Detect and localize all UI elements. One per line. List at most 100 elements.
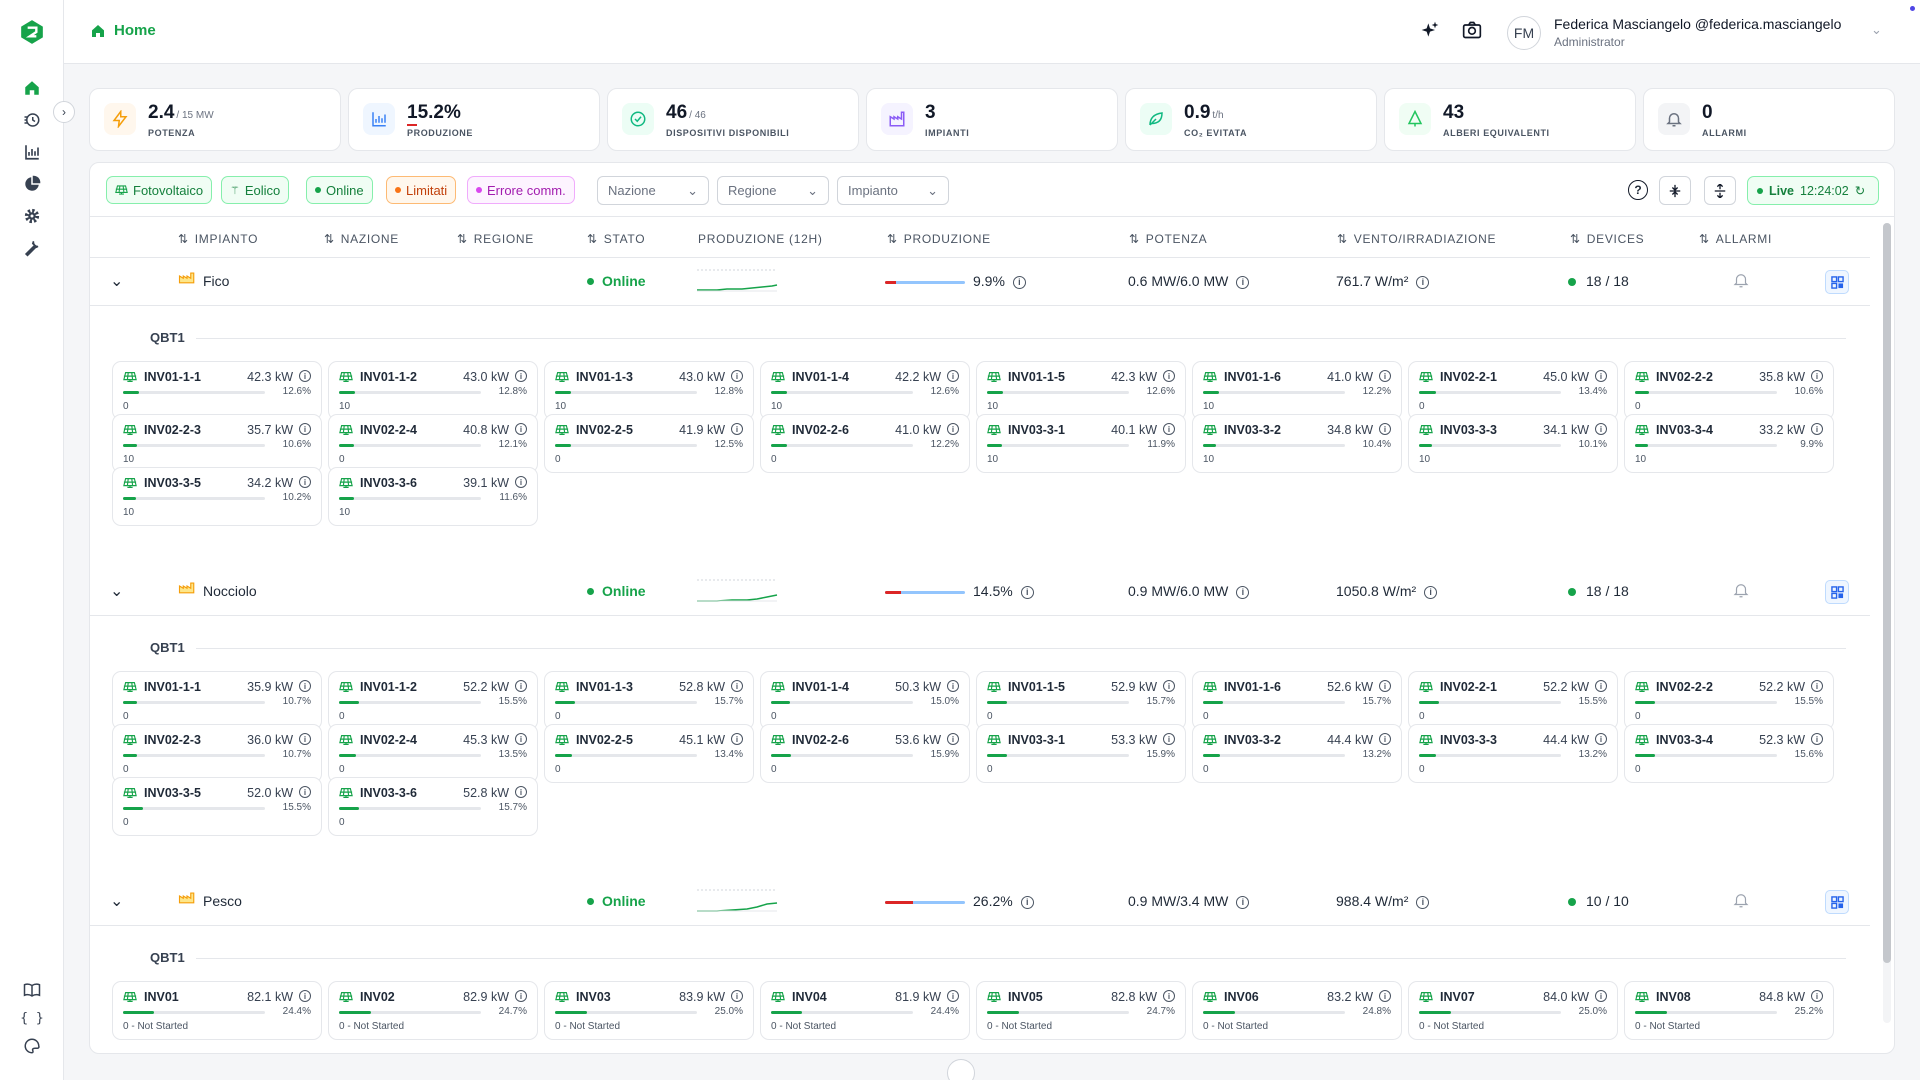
info-icon[interactable]: i <box>299 370 311 382</box>
info-icon[interactable]: i <box>1163 370 1175 382</box>
plant-name[interactable]: Pesco <box>203 893 242 909</box>
bar-chart-icon[interactable] <box>20 140 44 164</box>
bell-icon[interactable] <box>1732 891 1750 912</box>
info-icon[interactable]: i <box>515 680 527 692</box>
info-icon[interactable]: i <box>1163 733 1175 745</box>
info-icon[interactable]: i <box>731 370 743 382</box>
info-icon[interactable]: i <box>299 990 311 1002</box>
info-icon[interactable]: i <box>1416 275 1430 289</box>
inverter-card[interactable]: INV05 82.8 kW i 24.7% 0 - Not Started <box>976 981 1186 1040</box>
help-icon[interactable]: ? <box>1628 180 1648 200</box>
column-header-produzione-12h-[interactable]: PRODUZIONE (12H) <box>698 232 823 246</box>
info-icon[interactable]: i <box>1811 423 1823 435</box>
grid-view-button[interactable] <box>1825 890 1849 914</box>
sidebar-toggle-button[interactable]: › <box>53 101 75 123</box>
info-icon[interactable]: i <box>1811 990 1823 1002</box>
info-icon[interactable]: i <box>1236 585 1250 599</box>
inverter-card[interactable]: INV03-3-5 34.2 kW i 10.2% 10 <box>112 467 322 526</box>
inverter-card[interactable]: INV06 83.2 kW i 24.8% 0 - Not Started <box>1192 981 1402 1040</box>
inverter-card[interactable]: INV02-2-5 45.1 kW i 13.4% 0 <box>544 724 754 783</box>
info-icon[interactable]: i <box>299 786 311 798</box>
column-header-stato[interactable]: ⇅ STATO <box>587 232 645 246</box>
inverter-card[interactable]: INV02-2-1 45.0 kW i 13.4% 0 <box>1408 361 1618 420</box>
inverter-card[interactable]: INV01-1-6 52.6 kW i 15.7% 0 <box>1192 671 1402 730</box>
chevron-down-icon[interactable]: ⌄ <box>110 891 123 911</box>
chevron-down-icon[interactable]: ⌄ <box>110 271 123 291</box>
info-icon[interactable]: i <box>947 370 959 382</box>
info-icon[interactable]: i <box>1163 990 1175 1002</box>
info-icon[interactable]: i <box>1416 895 1430 909</box>
info-icon[interactable]: i <box>1379 733 1391 745</box>
inverter-card[interactable]: INV02-2-6 53.6 kW i 15.9% 0 <box>760 724 970 783</box>
info-icon[interactable]: i <box>515 990 527 1002</box>
column-header-allarmi[interactable]: ⇅ ALLARMI <box>1699 232 1772 246</box>
inverter-card[interactable]: INV03-3-2 44.4 kW i 13.2% 0 <box>1192 724 1402 783</box>
regione-select[interactable]: Regione ⌄ <box>717 176 829 205</box>
inverter-card[interactable]: INV01-1-1 35.9 kW i 10.7% 0 <box>112 671 322 730</box>
inverter-card[interactable]: INV02-2-6 41.0 kW i 12.2% 0 <box>760 414 970 473</box>
plant-name[interactable]: Nocciolo <box>203 583 257 599</box>
scrollbar[interactable] <box>1883 223 1891 1023</box>
sparkles-icon[interactable] <box>1420 20 1440 45</box>
collapse-all-button[interactable] <box>1659 176 1691 205</box>
inverter-card[interactable]: INV03-3-5 52.0 kW i 15.5% 0 <box>112 777 322 836</box>
column-header-impianto[interactable]: ⇅ IMPIANTO <box>178 232 258 246</box>
info-icon[interactable]: i <box>515 423 527 435</box>
impianto-select[interactable]: Impianto ⌄ <box>837 176 949 205</box>
book-icon[interactable] <box>20 978 44 1002</box>
inverter-card[interactable]: INV02-2-3 35.7 kW i 10.6% 10 <box>112 414 322 473</box>
info-icon[interactable]: i <box>515 370 527 382</box>
gear-icon[interactable] <box>20 204 44 228</box>
bell-icon[interactable] <box>1732 581 1750 602</box>
info-icon[interactable]: i <box>1595 990 1607 1002</box>
filter-chip-online[interactable]: Online <box>306 176 373 204</box>
column-header-potenza[interactable]: ⇅ POTENZA <box>1129 232 1207 246</box>
inverter-card[interactable]: INV07 84.0 kW i 25.0% 0 - Not Started <box>1408 981 1618 1040</box>
info-icon[interactable]: i <box>515 733 527 745</box>
info-icon[interactable]: i <box>1424 585 1438 599</box>
filter-chip-errore-comm[interactable]: Errore comm. <box>467 176 575 204</box>
inverter-card[interactable]: INV02 82.9 kW i 24.7% 0 - Not Started <box>328 981 538 1040</box>
inverter-card[interactable]: INV02-2-3 36.0 kW i 10.7% 0 <box>112 724 322 783</box>
inverter-card[interactable]: INV01-1-6 41.0 kW i 12.2% 10 <box>1192 361 1402 420</box>
info-icon[interactable]: i <box>947 733 959 745</box>
info-icon[interactable]: i <box>1811 680 1823 692</box>
info-icon[interactable]: i <box>515 786 527 798</box>
column-header-devices[interactable]: ⇅ DEVICES <box>1570 232 1644 246</box>
info-icon[interactable]: i <box>1163 423 1175 435</box>
expand-all-button[interactable] <box>1704 176 1736 205</box>
info-icon[interactable]: i <box>947 423 959 435</box>
info-icon[interactable]: i <box>1020 585 1034 599</box>
inverter-card[interactable]: INV01-1-5 42.3 kW i 12.6% 10 <box>976 361 1186 420</box>
inverter-card[interactable]: INV02-2-1 52.2 kW i 15.5% 0 <box>1408 671 1618 730</box>
column-header-nazione[interactable]: ⇅ NAZIONE <box>324 232 399 246</box>
filter-chip-eolico[interactable]: ⚚ Eolico <box>221 176 290 204</box>
inverter-card[interactable]: INV03-3-1 40.1 kW i 11.9% 10 <box>976 414 1186 473</box>
camera-icon[interactable] <box>1462 20 1482 45</box>
grid-view-button[interactable] <box>1825 580 1849 604</box>
kpi-card-alberi-equivalenti[interactable]: 43 ALBERI EQUIVALENTI <box>1384 88 1636 151</box>
inverter-card[interactable]: INV01-1-4 50.3 kW i 15.0% 0 <box>760 671 970 730</box>
info-icon[interactable]: i <box>1379 370 1391 382</box>
breadcrumb-home[interactable]: Home <box>90 22 156 39</box>
info-icon[interactable]: i <box>1595 423 1607 435</box>
scrollbar-thumb[interactable] <box>1883 223 1891 963</box>
inverter-card[interactable]: INV02-2-2 52.2 kW i 15.5% 0 <box>1624 671 1834 730</box>
inverter-card[interactable]: INV08 84.8 kW i 25.2% 0 - Not Started <box>1624 981 1834 1040</box>
info-icon[interactable]: i <box>1379 423 1391 435</box>
pie-chart-icon[interactable] <box>20 172 44 196</box>
plant-name[interactable]: Fico <box>203 273 229 289</box>
inverter-card[interactable]: INV01-1-2 43.0 kW i 12.8% 10 <box>328 361 538 420</box>
info-icon[interactable]: i <box>1236 275 1250 289</box>
info-icon[interactable]: i <box>1595 680 1607 692</box>
chevron-down-icon[interactable]: ⌄ <box>1871 22 1882 38</box>
inverter-card[interactable]: INV02-2-2 35.8 kW i 10.6% 0 <box>1624 361 1834 420</box>
info-icon[interactable]: i <box>1811 370 1823 382</box>
kpi-card-produzione[interactable]: 15.2% PRODUZIONE <box>348 88 600 151</box>
bottom-logo[interactable] <box>947 1059 975 1080</box>
inverter-card[interactable]: INV03 83.9 kW i 25.0% 0 - Not Started <box>544 981 754 1040</box>
palette-icon[interactable] <box>20 1034 44 1058</box>
inverter-card[interactable]: INV01-1-5 52.9 kW i 15.7% 0 <box>976 671 1186 730</box>
code-braces-icon[interactable]: { } <box>20 1006 44 1030</box>
inverter-card[interactable]: INV03-3-2 34.8 kW i 10.4% 10 <box>1192 414 1402 473</box>
